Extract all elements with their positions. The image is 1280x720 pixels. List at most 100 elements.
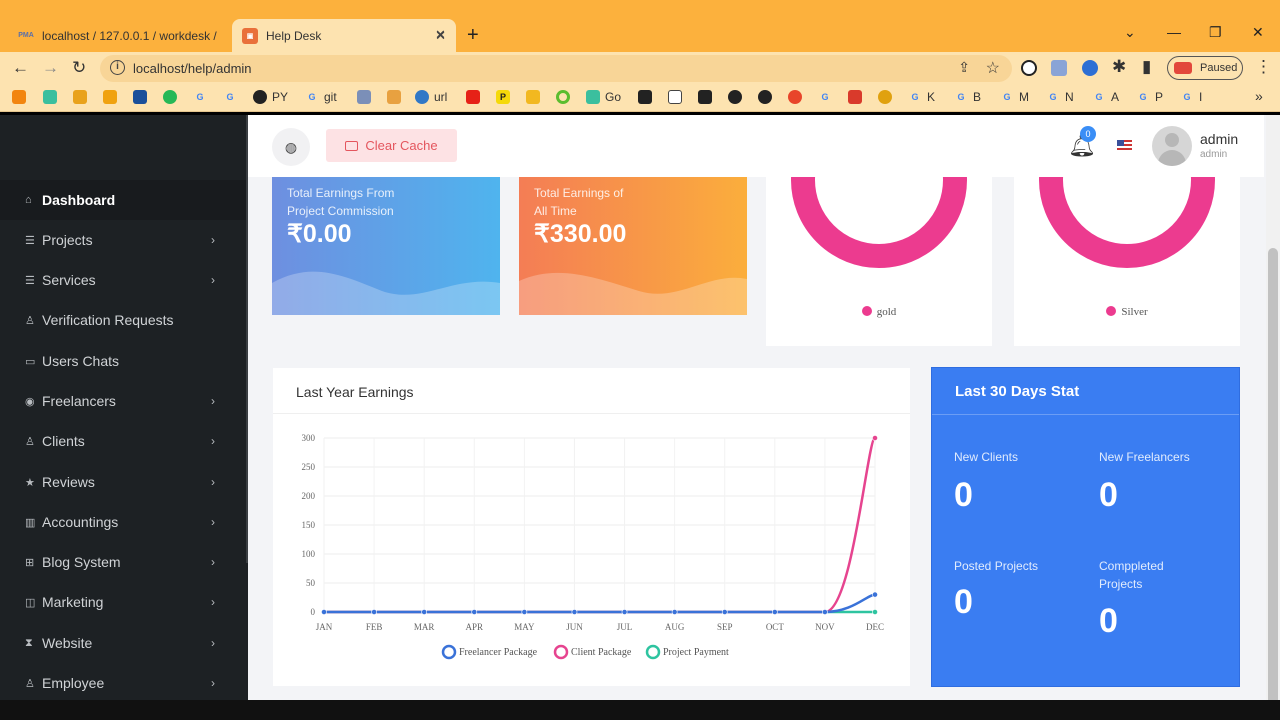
bookmark-14[interactable]: [878, 90, 897, 104]
legend-label: gold: [876, 306, 897, 318]
back-icon[interactable]: ←: [12, 58, 29, 78]
us-flag-icon[interactable]: [1117, 140, 1132, 151]
bookmark-google-3[interactable]: G: [818, 90, 837, 104]
new-tab-icon[interactable]: +: [467, 24, 479, 47]
bookmark-git[interactable]: Ggit: [305, 90, 337, 104]
bookmark-label: git: [324, 90, 337, 104]
grammar-extension-icon[interactable]: [1082, 60, 1098, 76]
bookmark-py[interactable]: PY: [253, 90, 288, 104]
bookmark-ieee[interactable]: [133, 90, 152, 104]
panda-extension-icon[interactable]: [1021, 60, 1037, 76]
list-icon: ☰: [25, 234, 35, 247]
scrollbar-thumb[interactable]: [1268, 248, 1278, 706]
bookmark-1[interactable]: [43, 90, 62, 104]
data-point: [621, 609, 628, 615]
bookmark-label: A: [1111, 90, 1120, 104]
user-name[interactable]: admin: [1200, 131, 1238, 147]
sidebar-item-users-chats[interactable]: ▭ Users Chats: [0, 341, 248, 381]
profile-paused-button[interactable]: Paused: [1167, 56, 1243, 80]
page-scrollbar[interactable]: [1266, 115, 1280, 706]
bookmark-url[interactable]: url: [415, 90, 447, 104]
bookmark-m[interactable]: GM: [1000, 90, 1029, 104]
user-role: admin: [1200, 149, 1228, 160]
sidebar-item-dashboard[interactable]: ⌂ Dashboard: [0, 180, 248, 220]
bookmark-youtube[interactable]: [466, 90, 485, 104]
sidebar-item-reviews[interactable]: ★ Reviews ›: [0, 462, 248, 502]
sidebar-item-services[interactable]: ☰ Services ›: [0, 260, 248, 300]
sidebar-item-label: Projects: [42, 232, 93, 248]
bookmark-p[interactable]: P: [496, 90, 515, 104]
browser-tab-help-desk[interactable]: ▣ Help Desk ✕: [232, 19, 456, 52]
data-point: [671, 609, 678, 615]
sidebar-item-blog-system[interactable]: ⊞ Blog System ›: [0, 542, 248, 582]
extensions-puzzle-icon[interactable]: ✱: [1112, 57, 1126, 77]
side-panel-icon[interactable]: ▮: [1142, 57, 1151, 77]
bookmark-11[interactable]: [728, 90, 747, 104]
bookmark-9[interactable]: [668, 90, 687, 104]
series-line: [324, 593, 876, 614]
sidebar-item-label: Reviews: [42, 474, 95, 490]
legend-label: Client Package: [571, 647, 632, 658]
close-tab-icon[interactable]: ✕: [435, 27, 446, 43]
tab-search-icon[interactable]: ⌄: [1124, 24, 1136, 41]
bookmark-star-icon[interactable]: ☆: [986, 58, 1000, 78]
sidebar-item-marketing[interactable]: ◫ Marketing ›: [0, 582, 248, 622]
bookmark-google-1[interactable]: G: [193, 90, 212, 104]
sidebar-item-freelancers[interactable]: ◉ Freelancers ›: [0, 381, 248, 421]
bookmark-label: N: [1065, 90, 1074, 104]
bookmark-arrow[interactable]: [12, 90, 31, 104]
folder-icon: [526, 90, 540, 104]
last-year-earnings-card: Last Year Earnings 0 50 100 150 200 250 300 JAN…: [273, 368, 910, 686]
bookmark-yandex[interactable]: [788, 90, 807, 104]
globe-button[interactable]: ◍: [272, 128, 310, 166]
y-tick-label: 50: [306, 578, 316, 588]
close-window-icon[interactable]: ✕: [1252, 24, 1264, 41]
address-bar[interactable]: i localhost/help/admin ⇪ ☆: [100, 55, 1012, 82]
image-extension-icon[interactable]: [1051, 60, 1067, 76]
bookmark-4[interactable]: [357, 90, 376, 104]
bookmark-google-2[interactable]: G: [223, 90, 242, 104]
bookmark-p2[interactable]: GP: [1136, 90, 1163, 104]
bookmark-12[interactable]: [758, 90, 777, 104]
bookmark-6[interactable]: [526, 90, 545, 104]
bookmark-i[interactable]: GI: [1180, 90, 1202, 104]
sidebar-item-verification-requests[interactable]: ♙ Verification Requests: [0, 300, 248, 340]
bookmark-a[interactable]: GA: [1092, 90, 1119, 104]
forward-icon[interactable]: →: [42, 58, 59, 78]
clear-cache-button[interactable]: Clear Cache: [326, 129, 457, 162]
site-info-icon[interactable]: i: [110, 60, 125, 75]
bookmark-whatsapp[interactable]: [163, 90, 182, 104]
minimize-icon[interactable]: —: [1167, 24, 1181, 40]
bookmark-13[interactable]: [848, 90, 867, 104]
bookmark-8[interactable]: [638, 90, 657, 104]
bookmark-10[interactable]: [698, 90, 717, 104]
bar-chart-icon: ▥: [25, 516, 36, 529]
restore-icon[interactable]: ❐: [1209, 24, 1222, 41]
list-icon: ☰: [25, 274, 35, 287]
chevron-right-icon: ›: [211, 434, 215, 448]
bookmark-go[interactable]: Go: [586, 90, 621, 104]
bookmark-b[interactable]: GB: [954, 90, 981, 104]
avatar[interactable]: [1152, 126, 1192, 166]
sidebar-item-website[interactable]: ⧗ Website ›: [0, 623, 248, 663]
address-url[interactable]: localhost/help/admin: [133, 61, 252, 76]
bookmark-icon: [12, 90, 26, 104]
share-icon[interactable]: ⇪: [958, 59, 970, 76]
browser-tab-phpmyadmin[interactable]: PMA localhost / 127.0.0.1 / workdesk /: [10, 19, 232, 52]
more-bookmarks-icon[interactable]: »: [1255, 88, 1263, 104]
sidebar-item-employee[interactable]: ♙ Employee ›: [0, 663, 248, 703]
bookmark-2[interactable]: [73, 90, 92, 104]
bookmark-3[interactable]: [103, 90, 122, 104]
reload-icon[interactable]: ↻: [72, 58, 86, 78]
sidebar-item-accountings[interactable]: ▥ Accountings ›: [0, 502, 248, 542]
sidebar-item-clients[interactable]: ♙ Clients ›: [0, 421, 248, 461]
bookmark-k[interactable]: GK: [908, 90, 935, 104]
legend-label: Freelancer Package: [459, 647, 538, 658]
new-freelancers-label: New Freelancers: [1099, 448, 1190, 466]
browser-menu-icon[interactable]: ⋮: [1255, 57, 1272, 77]
bookmark-n[interactable]: GN: [1046, 90, 1074, 104]
sidebar-item-projects[interactable]: ☰ Projects ›: [0, 220, 248, 260]
notification-badge: 0: [1080, 126, 1096, 142]
bookmark-5[interactable]: [387, 90, 406, 104]
bookmark-7[interactable]: [556, 90, 575, 104]
